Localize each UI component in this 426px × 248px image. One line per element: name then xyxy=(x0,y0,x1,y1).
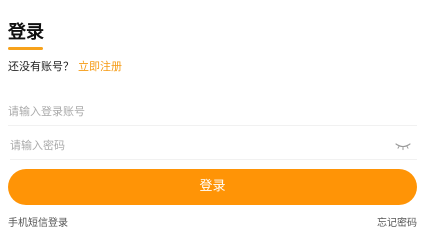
title-block: 登录 xyxy=(8,22,44,50)
account-input[interactable] xyxy=(8,98,417,125)
password-input[interactable] xyxy=(10,132,417,159)
register-now-link[interactable]: 立即注册 xyxy=(78,60,122,73)
eye-closed-icon[interactable] xyxy=(395,141,411,151)
title-underline xyxy=(8,47,43,50)
signup-prompt-text: 还没有账号？ xyxy=(8,60,74,73)
signup-prompt-line: 还没有账号？ 立即注册 xyxy=(8,60,122,74)
login-button[interactable]: 登录 xyxy=(8,169,417,205)
password-field xyxy=(10,132,417,160)
login-page: 登录 还没有账号？ 立即注册 登录 手机短信登录 忘记密码 xyxy=(0,0,426,248)
page-title: 登录 xyxy=(8,22,44,43)
forgot-password-link[interactable]: 忘记密码 xyxy=(377,217,417,231)
account-field xyxy=(8,98,417,126)
sms-login-link[interactable]: 手机短信登录 xyxy=(8,217,68,231)
